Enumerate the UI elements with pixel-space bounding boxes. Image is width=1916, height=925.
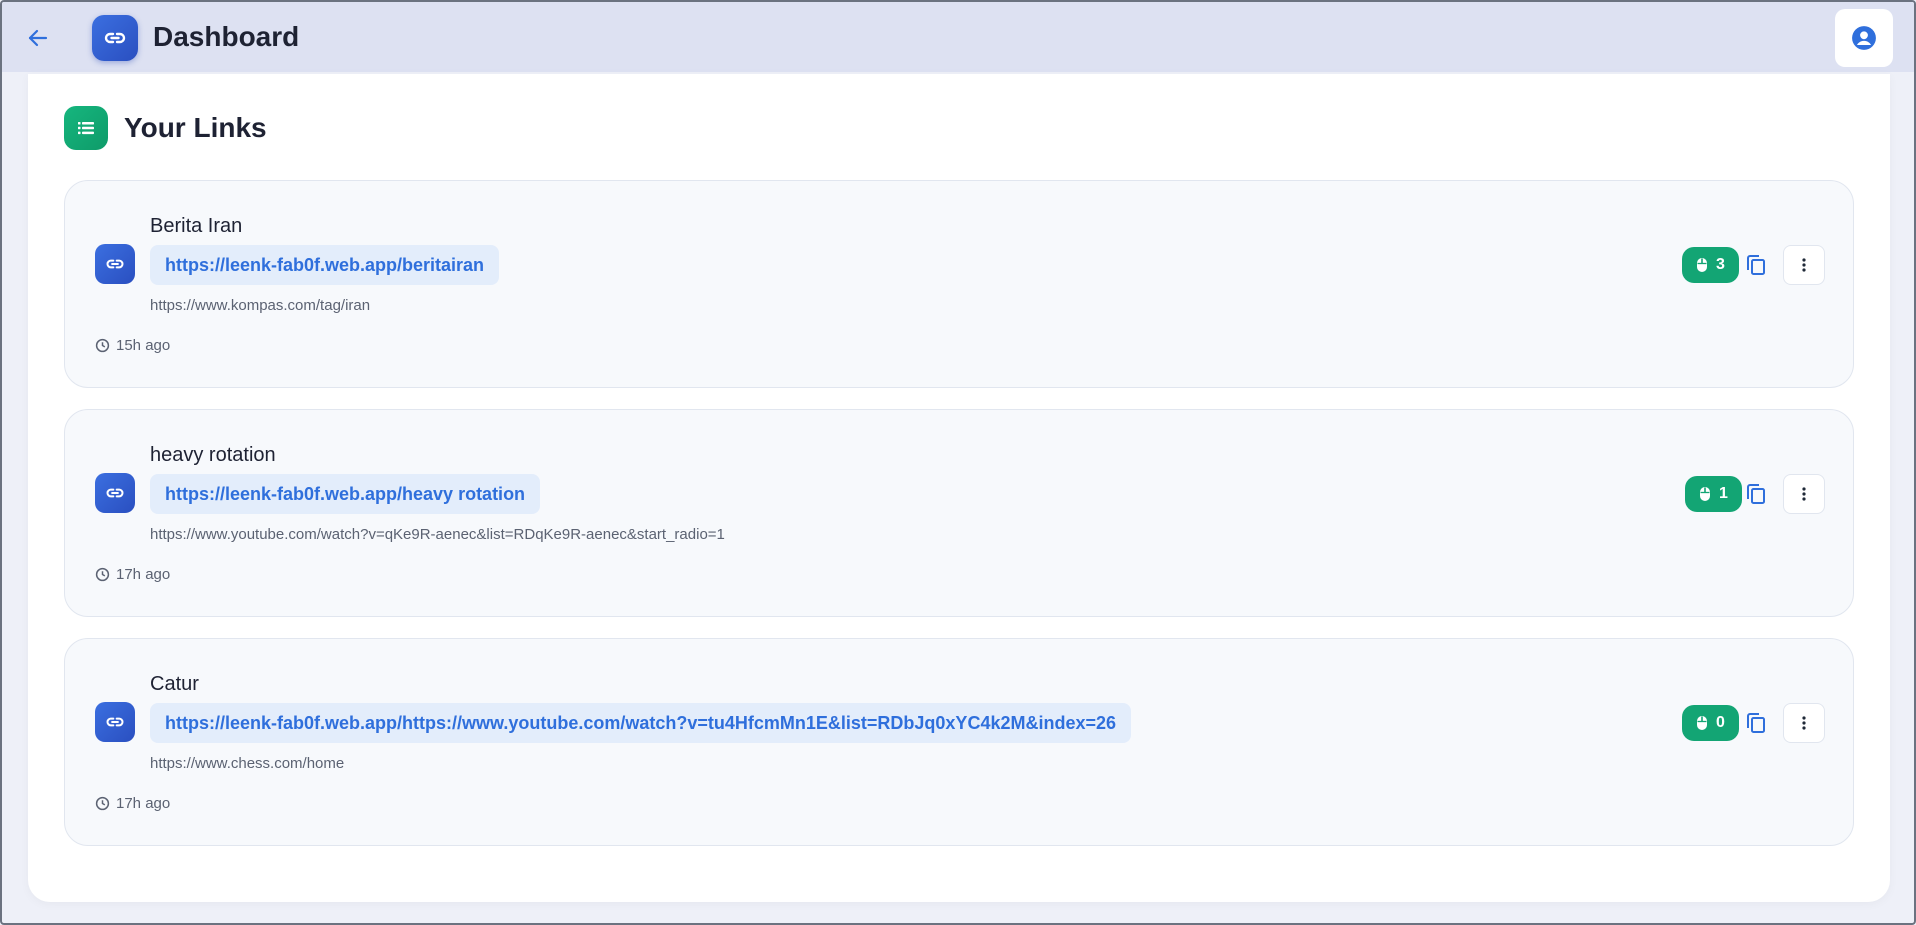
more-options-button[interactable] — [1783, 703, 1825, 743]
app-logo — [92, 15, 138, 61]
time-label: 15h ago — [116, 337, 171, 354]
clock-icon — [95, 338, 110, 353]
clicks-count: 3 — [1716, 256, 1725, 273]
created-time: 17h ago — [95, 795, 170, 812]
clicks-count: 0 — [1716, 714, 1725, 731]
mouse-icon — [1700, 487, 1710, 501]
section-icon — [64, 106, 108, 150]
link-card: Catur https://leenk-fab0f.web.app/https:… — [64, 638, 1854, 846]
more-vertical-icon — [1802, 716, 1806, 730]
more-options-button[interactable] — [1783, 245, 1825, 285]
copy-button[interactable] — [1738, 476, 1774, 512]
short-link[interactable]: https://leenk-fab0f.web.app/heavy rotati… — [150, 474, 541, 514]
user-circle-icon — [1852, 26, 1876, 50]
clicks-count: 1 — [1719, 485, 1728, 502]
link-title: Catur — [150, 673, 199, 695]
link-card-icon — [95, 702, 135, 742]
original-url: https://www.youtube.com/watch?v=qKe9R-ae… — [150, 526, 725, 543]
link-card: Berita Iran https://leenk-fab0f.web.app/… — [64, 180, 1854, 388]
page-title: Dashboard — [153, 21, 300, 52]
short-link[interactable]: https://leenk-fab0f.web.app/beritairan — [150, 245, 500, 285]
mouse-icon — [1697, 258, 1707, 272]
copy-icon — [1747, 713, 1765, 733]
top-header: Dashboard — [2, 2, 1914, 72]
link-icon — [106, 259, 124, 269]
link-title: heavy rotation — [150, 444, 276, 466]
copy-icon — [1747, 255, 1765, 275]
clicks-badge[interactable]: 1 — [1685, 476, 1742, 512]
clock-icon — [95, 567, 110, 582]
arrow-left-icon — [28, 29, 48, 47]
original-url: https://www.chess.com/home — [150, 755, 345, 772]
link-icon — [106, 488, 124, 498]
link-icon — [106, 717, 124, 727]
short-link[interactable]: https://leenk-fab0f.web.app/https://www.… — [150, 703, 1132, 743]
created-time: 17h ago — [95, 566, 170, 583]
link-card-icon — [95, 473, 135, 513]
original-url: https://www.kompas.com/tag/iran — [150, 297, 371, 314]
account-button[interactable] — [1835, 9, 1893, 67]
copy-icon — [1747, 484, 1765, 504]
link-card-icon — [95, 244, 135, 284]
time-label: 17h ago — [116, 795, 171, 812]
links-panel: Your Links Berita Iran https://leenk-fab… — [28, 74, 1890, 902]
more-vertical-icon — [1802, 258, 1806, 272]
copy-button[interactable] — [1738, 247, 1774, 283]
mouse-icon — [1697, 716, 1707, 730]
link-icon — [104, 32, 126, 44]
clock-icon — [95, 796, 110, 811]
app-window: Dashboard Your Links Berita Iran https:/… — [0, 0, 1916, 925]
clicks-badge[interactable]: 3 — [1682, 247, 1739, 283]
more-options-button[interactable] — [1783, 474, 1825, 514]
section-title: Your Links — [124, 112, 267, 143]
back-button[interactable] — [22, 22, 54, 54]
created-time: 15h ago — [95, 337, 170, 354]
time-label: 17h ago — [116, 566, 171, 583]
more-vertical-icon — [1802, 487, 1806, 501]
link-title: Berita Iran — [150, 215, 243, 237]
clicks-badge[interactable]: 0 — [1682, 705, 1739, 741]
copy-button[interactable] — [1738, 705, 1774, 741]
list-icon — [78, 122, 94, 135]
link-card: heavy rotation https://leenk-fab0f.web.a… — [64, 409, 1854, 617]
